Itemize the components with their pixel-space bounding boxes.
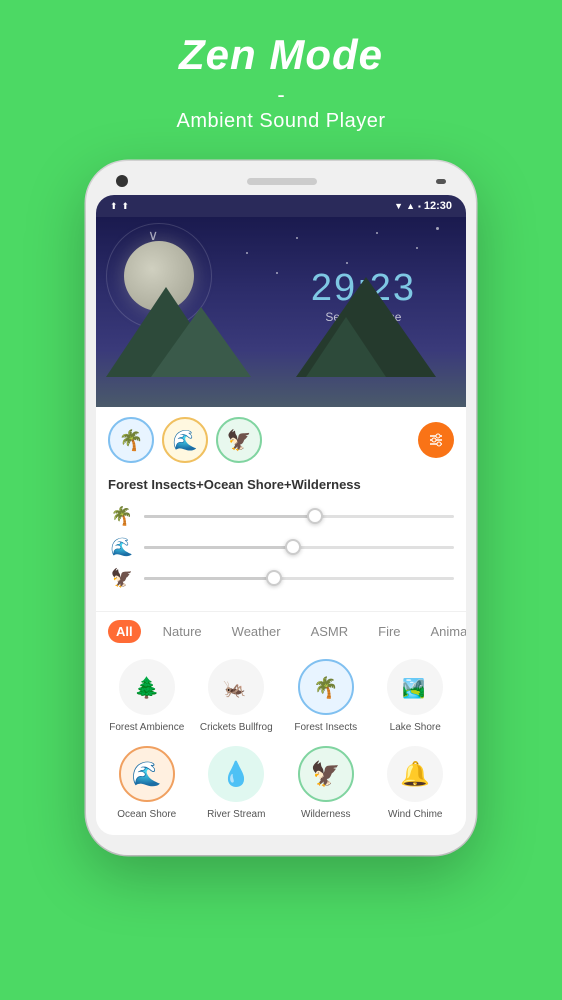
sound-item-crickets[interactable]: 🦗 Crickets Bullfrog (196, 659, 276, 734)
crickets-svg: 🦗 (223, 674, 249, 700)
slider-row-3: 🦅 (108, 568, 454, 589)
phone-screen: ⬆ ⬆ ▼ ▲ ▪ 12:30 ∨ (96, 195, 466, 835)
sliders-area: 🌴 🌊 🦅 (96, 502, 466, 611)
signal-icons: ▼ ▲ ▪ 12:30 (394, 200, 452, 212)
mixer-icon (428, 432, 444, 448)
nav-icon-1: ⬆ (110, 201, 118, 212)
category-asmr[interactable]: ASMR (303, 620, 357, 643)
sound-item-forest-insects[interactable]: 🌴 Forest Insects (286, 659, 366, 734)
svg-text:🌴: 🌴 (313, 676, 338, 700)
active-sound-wilderness[interactable]: 🦅 (216, 417, 262, 463)
forest-ambience-svg: 🌲 (134, 674, 160, 700)
sound-grid-row-1: 🌲 Forest Ambience 🦗 Crickets Bullfrog 🌴 (96, 651, 466, 742)
sound-item-river[interactable]: 💧 River Stream (196, 746, 276, 821)
lake-shore-svg: 🏞️ (402, 674, 428, 700)
active-sounds-row: 🌴 🌊 🦅 (96, 407, 466, 473)
forest-insects-label: Forest Insects (294, 721, 357, 734)
app-title: Zen Mode (20, 32, 542, 78)
forest-ambience-icon: 🌲 (119, 659, 175, 715)
slider-row-1: 🌴 (108, 506, 454, 527)
forest-insects-svg: 🌴 (313, 674, 339, 700)
category-fire[interactable]: Fire (370, 620, 408, 643)
mix-label: Forest Insects+Ocean Shore+Wilderness (96, 473, 466, 502)
lake-shore-icon: 🏞️ (387, 659, 443, 715)
status-bar: ⬆ ⬆ ▼ ▲ ▪ 12:30 (96, 195, 466, 217)
phone-camera (116, 175, 128, 187)
sound-item-ocean-shore[interactable]: 🌊 Ocean Shore (107, 746, 187, 821)
ocean-shore-slider[interactable] (144, 546, 454, 549)
sound-grid-row-2: 🌊 Ocean Shore 💧 River Stream 🦅 Wildernes… (96, 742, 466, 835)
active-sound-ocean-shore[interactable]: 🌊 (162, 417, 208, 463)
svg-text:🌲: 🌲 (134, 676, 159, 700)
svg-text:🏞️: 🏞️ (402, 678, 425, 700)
sound-item-wind-chime[interactable]: 🔔 Wind Chime (375, 746, 455, 821)
app-subtitle: Ambient Sound Player (20, 110, 542, 133)
wilderness-icon: 🦅 (108, 568, 136, 589)
status-time: 12:30 (424, 200, 452, 212)
chevron-down-icon[interactable]: ∨ (148, 227, 158, 244)
forest-ambience-label: Forest Ambience (109, 721, 184, 734)
phone-top-bar (96, 175, 466, 195)
category-nature[interactable]: Nature (155, 620, 210, 643)
category-weather[interactable]: Weather (224, 620, 289, 643)
status-left-icons: ⬆ ⬆ (110, 201, 129, 212)
wilderness-icon-2: 🦅 (298, 746, 354, 802)
signal-icon: ▲ (406, 201, 415, 211)
wifi-icon: ▼ (394, 201, 403, 211)
river-label: River Stream (207, 808, 265, 821)
title-dash: - (20, 82, 542, 108)
wind-chime-icon: 🔔 (387, 746, 443, 802)
sound-item-lake-shore[interactable]: 🏞️ Lake Shore (375, 659, 455, 734)
phone-sensor (436, 179, 446, 184)
ocean-shore-icon: 🌊 (108, 537, 136, 558)
forest-insects-icon-selected: 🌴 (298, 659, 354, 715)
app-header: Zen Mode - Ambient Sound Player (0, 0, 562, 151)
category-filter-row: All Nature Weather ASMR Fire Animal (96, 611, 466, 651)
nav-icon-2: ⬆ (122, 201, 130, 212)
sound-item-wilderness[interactable]: 🦅 Wilderness (286, 746, 366, 821)
phone-frame: ⬆ ⬆ ▼ ▲ ▪ 12:30 ∨ (86, 161, 476, 855)
forest-insects-slider[interactable] (144, 515, 454, 518)
ocean-shore-icon-2: 🌊 (119, 746, 175, 802)
phone-speaker (247, 178, 317, 185)
ocean-shore-label: Ocean Shore (117, 808, 176, 821)
mountains-decoration (96, 287, 466, 377)
mixer-settings-button[interactable] (418, 422, 454, 458)
category-all[interactable]: All (108, 620, 141, 643)
forest-insects-icon: 🌴 (108, 506, 136, 527)
hero-area: ∨ 29:23 Set sleep time (96, 217, 466, 407)
battery-icon: ▪ (418, 202, 421, 211)
wind-chime-label: Wind Chime (388, 808, 442, 821)
wilderness-label: Wilderness (301, 808, 350, 821)
sound-item-forest-ambience[interactable]: 🌲 Forest Ambience (107, 659, 187, 734)
lake-shore-label: Lake Shore (390, 721, 441, 734)
active-sound-forest-insects[interactable]: 🌴 (108, 417, 154, 463)
crickets-icon: 🦗 (208, 659, 264, 715)
crickets-label: Crickets Bullfrog (200, 721, 273, 734)
slider-row-2: 🌊 (108, 537, 454, 558)
svg-text:🦗: 🦗 (223, 678, 246, 699)
river-icon: 💧 (208, 746, 264, 802)
category-animal[interactable]: Animal (423, 620, 466, 643)
wilderness-slider[interactable] (144, 577, 454, 580)
